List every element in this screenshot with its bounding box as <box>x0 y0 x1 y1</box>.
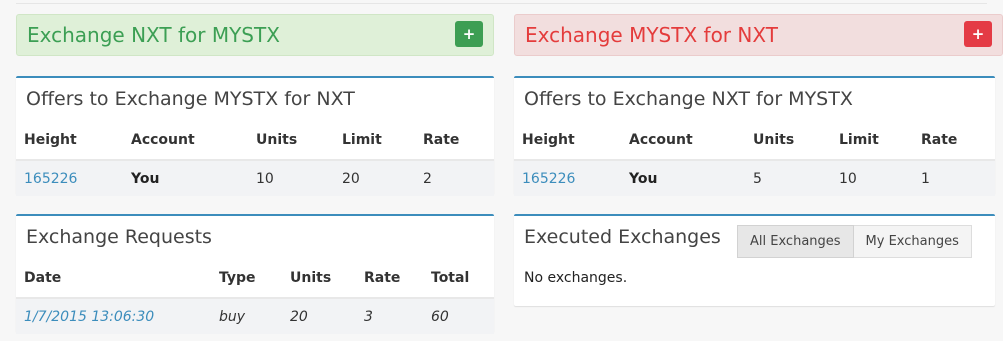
column-header: Account <box>621 120 745 161</box>
column-header: Account <box>123 120 248 161</box>
plus-icon: + <box>462 25 476 43</box>
account-cell: You <box>621 160 745 196</box>
offers-table: Height Account Units Limit Rate 165226 Y… <box>16 120 494 196</box>
tab-my-exchanges[interactable]: My Exchanges <box>853 225 972 258</box>
offers-mystx-for-nxt-panel: Offers to Exchange MYSTX for NXT Height … <box>16 76 494 196</box>
units-cell: 20 <box>282 298 356 334</box>
exchange-filter-tabs: All Exchanges My Exchanges <box>737 225 972 258</box>
rate-cell: 3 <box>356 298 423 334</box>
empty-message: No exchanges. <box>524 270 628 286</box>
rate-cell: 1 <box>913 160 995 196</box>
limit-cell: 20 <box>334 160 415 196</box>
column-header: Height <box>16 120 123 161</box>
plus-icon: + <box>971 25 985 43</box>
panel-title: Offers to Exchange MYSTX for NXT <box>26 88 355 110</box>
column-header: Units <box>745 120 831 161</box>
total-cell: 60 <box>423 298 494 334</box>
exchange-requests-table: Date Type Units Rate Total 1/7/2015 13:0… <box>16 258 494 334</box>
add-exchange-mystx-for-nxt-button[interactable]: + <box>964 21 992 47</box>
tab-all-exchanges[interactable]: All Exchanges <box>737 225 854 258</box>
units-cell: 10 <box>248 160 334 196</box>
column-header: Height <box>514 120 621 161</box>
limit-cell: 10 <box>831 160 913 196</box>
table-header-row: Height Account Units Limit Rate <box>514 120 995 161</box>
column-header: Limit <box>334 120 415 161</box>
table-row: 165226 You 5 10 1 <box>514 160 995 196</box>
executed-exchanges-panel: Executed Exchanges All Exchanges My Exch… <box>514 214 995 306</box>
column-header: Rate <box>415 120 494 161</box>
column-header: Date <box>16 258 211 299</box>
banner-title: Exchange NXT for MYSTX <box>27 23 280 47</box>
account-cell: You <box>123 160 248 196</box>
table-row: 1/7/2015 13:06:30 buy 20 3 60 <box>16 298 494 334</box>
table-row: 165226 You 10 20 2 <box>16 160 494 196</box>
offers-nxt-for-mystx-panel: Offers to Exchange NXT for MYSTX Height … <box>514 76 995 196</box>
column-header: Type <box>211 258 282 299</box>
column-header: Total <box>423 258 494 299</box>
column-header: Units <box>248 120 334 161</box>
column-header: Rate <box>356 258 423 299</box>
date-link[interactable]: 1/7/2015 13:06:30 <box>16 298 211 334</box>
offers-table: Height Account Units Limit Rate 165226 Y… <box>514 120 995 196</box>
exchange-nxt-for-mystx-banner: Exchange NXT for MYSTX + <box>16 14 494 56</box>
panel-title: Exchange Requests <box>26 226 212 248</box>
exchange-mystx-for-nxt-banner: Exchange MYSTX for NXT + <box>514 14 1003 56</box>
add-exchange-nxt-for-mystx-button[interactable]: + <box>455 21 483 47</box>
top-divider <box>16 0 987 4</box>
rate-cell: 2 <box>415 160 494 196</box>
banner-title: Exchange MYSTX for NXT <box>525 23 778 47</box>
column-header: Units <box>282 258 356 299</box>
column-header: Limit <box>831 120 913 161</box>
column-header: Rate <box>913 120 995 161</box>
height-link[interactable]: 165226 <box>514 160 621 196</box>
height-link[interactable]: 165226 <box>16 160 123 196</box>
type-cell: buy <box>211 298 282 334</box>
table-header-row: Height Account Units Limit Rate <box>16 120 494 161</box>
panel-title: Executed Exchanges <box>524 226 721 248</box>
table-header-row: Date Type Units Rate Total <box>16 258 494 299</box>
panel-title: Offers to Exchange NXT for MYSTX <box>524 88 853 110</box>
units-cell: 5 <box>745 160 831 196</box>
exchange-requests-panel: Exchange Requests Date Type Units Rate T… <box>16 214 494 334</box>
